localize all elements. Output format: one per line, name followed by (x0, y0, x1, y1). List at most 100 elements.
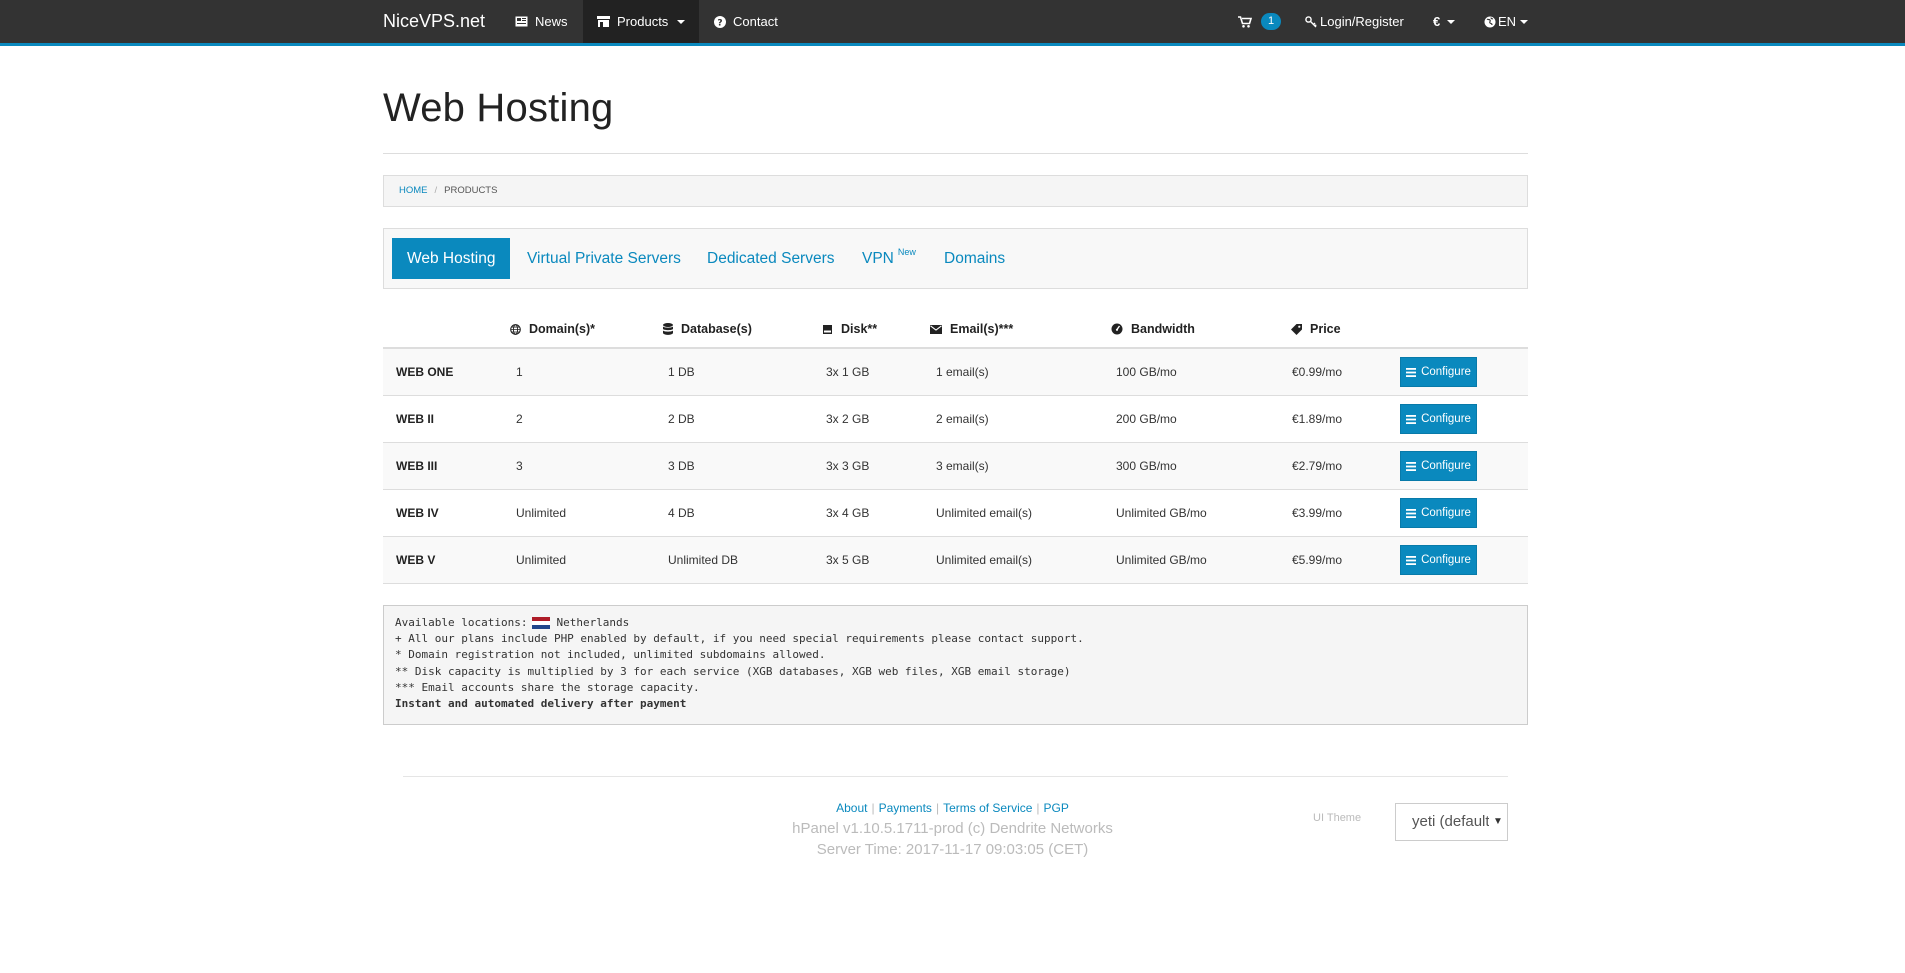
note-line: ** Disk capacity is multiplied by 3 for … (395, 664, 1071, 678)
tab-dedicated-servers[interactable]: Dedicated Servers (707, 238, 835, 279)
note-line: *** Email accounts share the storage cap… (395, 680, 700, 694)
note-line: + All our plans include PHP enabled by d… (395, 632, 1084, 646)
footer-link-about[interactable]: About (836, 801, 867, 815)
footer-server-time: Server Time: 2017-11-17 09:03:05 (CET) (816, 841, 1089, 858)
product-tabs: Web Hosting Virtual Private Servers Dedi… (383, 228, 1528, 289)
plan-emails: Unlimited email(s) (936, 553, 1033, 567)
plan-domains: 1 (516, 365, 523, 379)
nav-item-label: Contact (733, 14, 778, 29)
nav-item-contact[interactable]: ? Contact (714, 0, 778, 43)
table-row: WEB ONE 1 1 DB 3x 1 GB 1 email(s) 100 GB/mo €0… (383, 349, 1528, 396)
footer-version: hPanel v1.10.5.1711-prod (c) Dendrite Ne… (792, 820, 1113, 837)
configure-button-label: Configure (1421, 554, 1471, 566)
footer-link-payments[interactable]: Payments (879, 801, 932, 815)
globe-icon (510, 323, 521, 335)
configure-button-label: Configure (1421, 366, 1471, 378)
plan-disk: 3x 1 GB (826, 365, 870, 379)
delivery-note: Instant and automated delivery after pay… (395, 697, 687, 711)
tag-icon (1291, 323, 1302, 335)
chevron-down-icon: ▼ (1489, 804, 1507, 840)
table-row: WEB V Unlimited Unlimited DB 3x 5 GB Unlimit… (383, 537, 1528, 584)
footer-divider (403, 776, 1508, 777)
table-row: WEB II 2 2 DB 3x 2 GB 2 email(s) 200 GB/mo €1.… (383, 396, 1528, 443)
plan-disk: 3x 2 GB (826, 412, 870, 426)
table-row: WEB III 3 3 DB 3x 3 GB 3 email(s) 300 GB/mo €2… (383, 443, 1528, 490)
breadcrumb-current: PRODUCTS (444, 185, 498, 196)
footer-link-pgp[interactable]: PGP (1044, 801, 1069, 815)
database-icon (663, 323, 673, 335)
breadcrumb-home-link[interactable]: HOME (399, 185, 428, 196)
tab-virtual-private-servers[interactable]: Virtual Private Servers (527, 238, 681, 279)
page-title: Web Hosting (383, 86, 614, 130)
configure-button[interactable]: Configure (1400, 545, 1477, 575)
plan-bandwidth: Unlimited GB/mo (1116, 506, 1207, 520)
note-line: * Domain registration not included, unli… (395, 648, 826, 662)
plan-name: WEB V (396, 553, 436, 567)
footer-link-terms-of-service[interactable]: Terms of Service (943, 801, 1032, 815)
navbar-inner: NiceVPS.net News Products ? Contact 1 Lo… (383, 0, 1529, 43)
list-icon (1406, 367, 1417, 377)
language-dropdown[interactable]: EN (1484, 0, 1529, 43)
currency-dropdown[interactable]: € (1433, 0, 1456, 43)
plan-emails: 2 email(s) (936, 412, 989, 426)
plan-disk: 3x 4 GB (826, 506, 870, 520)
tab-vpn[interactable]: VPN New (862, 238, 916, 279)
plan-bandwidth: 300 GB/mo (1116, 459, 1177, 473)
plan-databases: 2 DB (668, 412, 695, 426)
plan-databases: 3 DB (668, 459, 695, 473)
login-register-link[interactable]: Login/Register (1305, 0, 1404, 43)
title-divider (383, 153, 1528, 154)
plan-name: WEB II (396, 412, 434, 426)
plan-disk: 3x 3 GB (826, 459, 870, 473)
cart-button[interactable]: 1 (1238, 0, 1281, 43)
plan-notes-box: Available locations: Netherlands + All o… (383, 605, 1528, 725)
plan-databases: 4 DB (668, 506, 695, 520)
store-icon (597, 16, 610, 27)
list-icon (1406, 414, 1417, 424)
configure-button[interactable]: Configure (1400, 357, 1477, 387)
cart-count-badge: 1 (1261, 13, 1281, 30)
envelope-icon (930, 324, 942, 334)
location-name: Netherlands (556, 616, 630, 629)
plan-name: WEB IV (396, 506, 439, 520)
newspaper-icon (515, 16, 528, 27)
available-locations-line: Available locations: Netherlands (395, 615, 1516, 631)
column-header-emails: Email(s)*** (930, 312, 1013, 346)
tab-vpn-label: VPN (862, 250, 894, 267)
plan-price: €2.79/mo (1292, 459, 1343, 473)
netherlands-flag-icon (532, 617, 551, 630)
tab-web-hosting[interactable]: Web Hosting (392, 238, 511, 279)
configure-button[interactable]: Configure (1400, 404, 1477, 434)
plan-bandwidth: 200 GB/mo (1116, 412, 1177, 426)
chevron-down-icon (677, 19, 686, 24)
plan-domains: 3 (516, 459, 523, 473)
nav-item-products[interactable]: Products (583, 0, 699, 43)
plan-disk: 3x 5 GB (826, 553, 870, 567)
key-icon (1305, 15, 1317, 27)
plan-bandwidth: Unlimited GB/mo (1116, 553, 1207, 567)
gauge-icon (1111, 323, 1123, 335)
brand-logo[interactable]: NiceVPS.net (383, 0, 485, 43)
nav-item-news[interactable]: News (515, 0, 568, 43)
nav-item-label: Products (617, 14, 669, 29)
column-header-databases: Database(s) (663, 312, 752, 346)
configure-button[interactable]: Configure (1400, 451, 1477, 481)
configure-button-label: Configure (1421, 413, 1471, 425)
ui-theme-label: UI Theme (1313, 812, 1362, 824)
plan-price: €3.99/mo (1292, 506, 1343, 520)
question-circle-icon: ? (714, 15, 726, 28)
language-label: EN (1498, 14, 1517, 29)
column-header-bandwidth: Bandwidth (1111, 312, 1195, 346)
configure-button[interactable]: Configure (1400, 498, 1477, 528)
chevron-down-icon (1447, 19, 1456, 24)
nav-item-label: News (535, 14, 568, 29)
plan-price: €0.99/mo (1292, 365, 1343, 379)
tab-domains[interactable]: Domains (944, 238, 1005, 279)
plan-databases: Unlimited DB (668, 553, 739, 567)
list-icon (1406, 508, 1417, 518)
chevron-down-icon (1520, 19, 1529, 24)
plan-emails: 3 email(s) (936, 459, 989, 473)
ui-theme-select[interactable]: yeti (default) ▼ (1395, 803, 1508, 841)
column-header-domains: Domain(s)* (510, 312, 595, 346)
list-icon (1406, 461, 1417, 471)
